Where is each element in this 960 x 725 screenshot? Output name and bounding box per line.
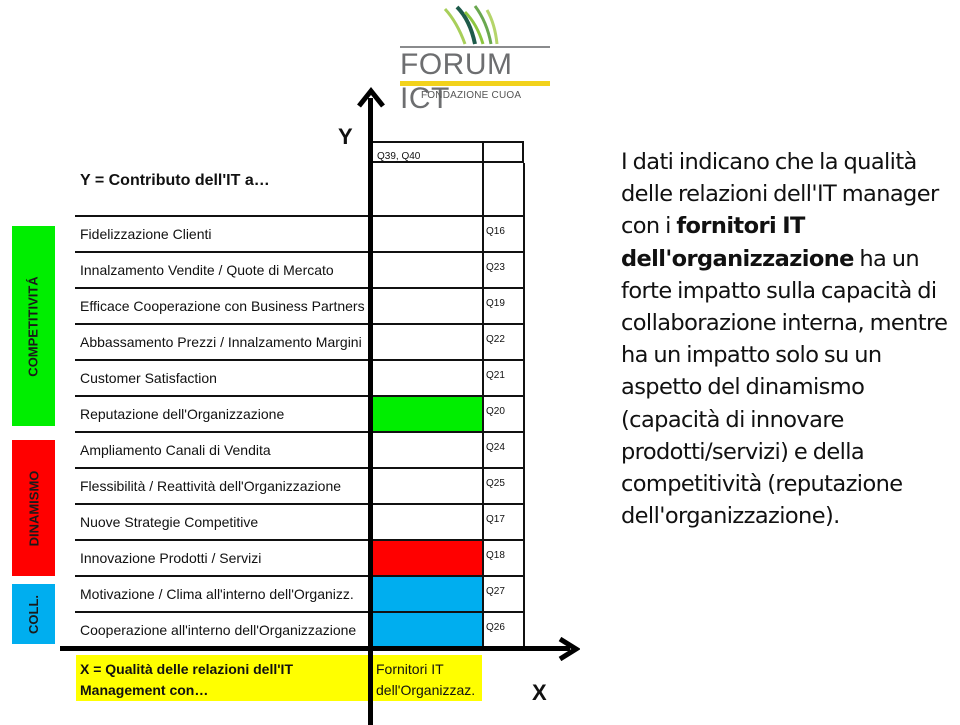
grid-line — [75, 431, 525, 433]
category-dinamismo: DINAMISMO — [12, 440, 55, 576]
highlight-cell — [373, 613, 482, 648]
category-label: COMPETITIVITÁ — [26, 275, 42, 377]
grid-line — [75, 215, 525, 217]
row-label: Ampliamento Canali di Vendita — [80, 442, 271, 458]
logo-accent-bar — [400, 81, 550, 86]
paragraph-text: ha un forte impatto sulla capacità di co… — [621, 245, 948, 530]
question-code: Q26 — [486, 622, 505, 633]
row-label: Innalzamento Vendite / Quote di Mercato — [80, 262, 334, 278]
grid-line — [75, 467, 525, 469]
row-label: Efficace Cooperazione con Business Partn… — [80, 298, 365, 314]
row-label: Motivazione / Clima all'interno dell'Org… — [80, 586, 354, 602]
question-code: Q20 — [486, 406, 505, 417]
category-label: COLL. — [26, 594, 41, 634]
arrow-up-icon — [357, 86, 385, 108]
x-category-label: Fornitori IT dell'Organizzaz. — [376, 661, 476, 698]
category-label: DINAMISMO — [26, 470, 41, 546]
y-axis — [368, 98, 373, 725]
forum-ict-logo: FORUM ICT FONDAZIONE CUOA — [395, 2, 555, 115]
grid-line — [75, 503, 525, 505]
x-axis — [60, 646, 570, 651]
highlight-cell — [373, 541, 482, 576]
question-code: Q22 — [486, 334, 505, 345]
row-label: Customer Satisfaction — [80, 370, 217, 386]
question-code: Q23 — [486, 262, 505, 273]
row-label: Innovazione Prodotti / Servizi — [80, 550, 262, 566]
grid-line — [523, 163, 525, 648]
question-code: Q24 — [486, 442, 505, 453]
row-label: Nuove Strategie Competitive — [80, 514, 259, 530]
question-code: Q16 — [486, 226, 505, 237]
x-axis-letter: X — [532, 680, 547, 705]
row-label: Flessibilità / Reattività dell'Organizza… — [80, 478, 342, 494]
grid-line — [75, 287, 525, 289]
grid-line — [482, 141, 484, 163]
question-code: Q25 — [486, 478, 505, 489]
highlight-cell — [373, 397, 482, 432]
row-label: Fidelizzazione Clienti — [80, 226, 212, 242]
grid-line — [75, 323, 525, 325]
category-competitivita: COMPETITIVITÁ — [12, 226, 55, 426]
highlight-cell — [373, 577, 482, 612]
logo-subtitle: FONDAZIONE CUOA — [421, 90, 522, 101]
row-label: Reputazione dell'Organizzazione — [80, 406, 285, 422]
arrow-right-icon — [558, 637, 580, 661]
grid-line — [482, 163, 484, 648]
category-collaborazione: COLL. — [12, 584, 55, 644]
grid-line — [75, 251, 525, 253]
y-axis-letter: Y — [338, 124, 353, 149]
question-code: Q27 — [486, 586, 505, 597]
x-axis-title: X = Qualità delle relazioni dell'IT Mana… — [80, 661, 294, 698]
grass-icon — [443, 5, 499, 45]
question-code: Q18 — [486, 550, 505, 561]
y-axis-title: Y = Contributo dell'IT a… — [80, 172, 270, 189]
grid-line — [75, 359, 525, 361]
question-code: Q21 — [486, 370, 505, 381]
question-code: Q19 — [486, 298, 505, 309]
question-code: Q17 — [486, 514, 505, 525]
row-label: Cooperazione all'interno dell'Organizzaz… — [80, 622, 357, 638]
top-cell-label: Q39, Q40 — [377, 151, 421, 162]
row-label: Abbassamento Prezzi / Innalzamento Margi… — [80, 334, 362, 350]
commentary-paragraph: I dati indicano che la qualità delle rel… — [621, 146, 960, 532]
